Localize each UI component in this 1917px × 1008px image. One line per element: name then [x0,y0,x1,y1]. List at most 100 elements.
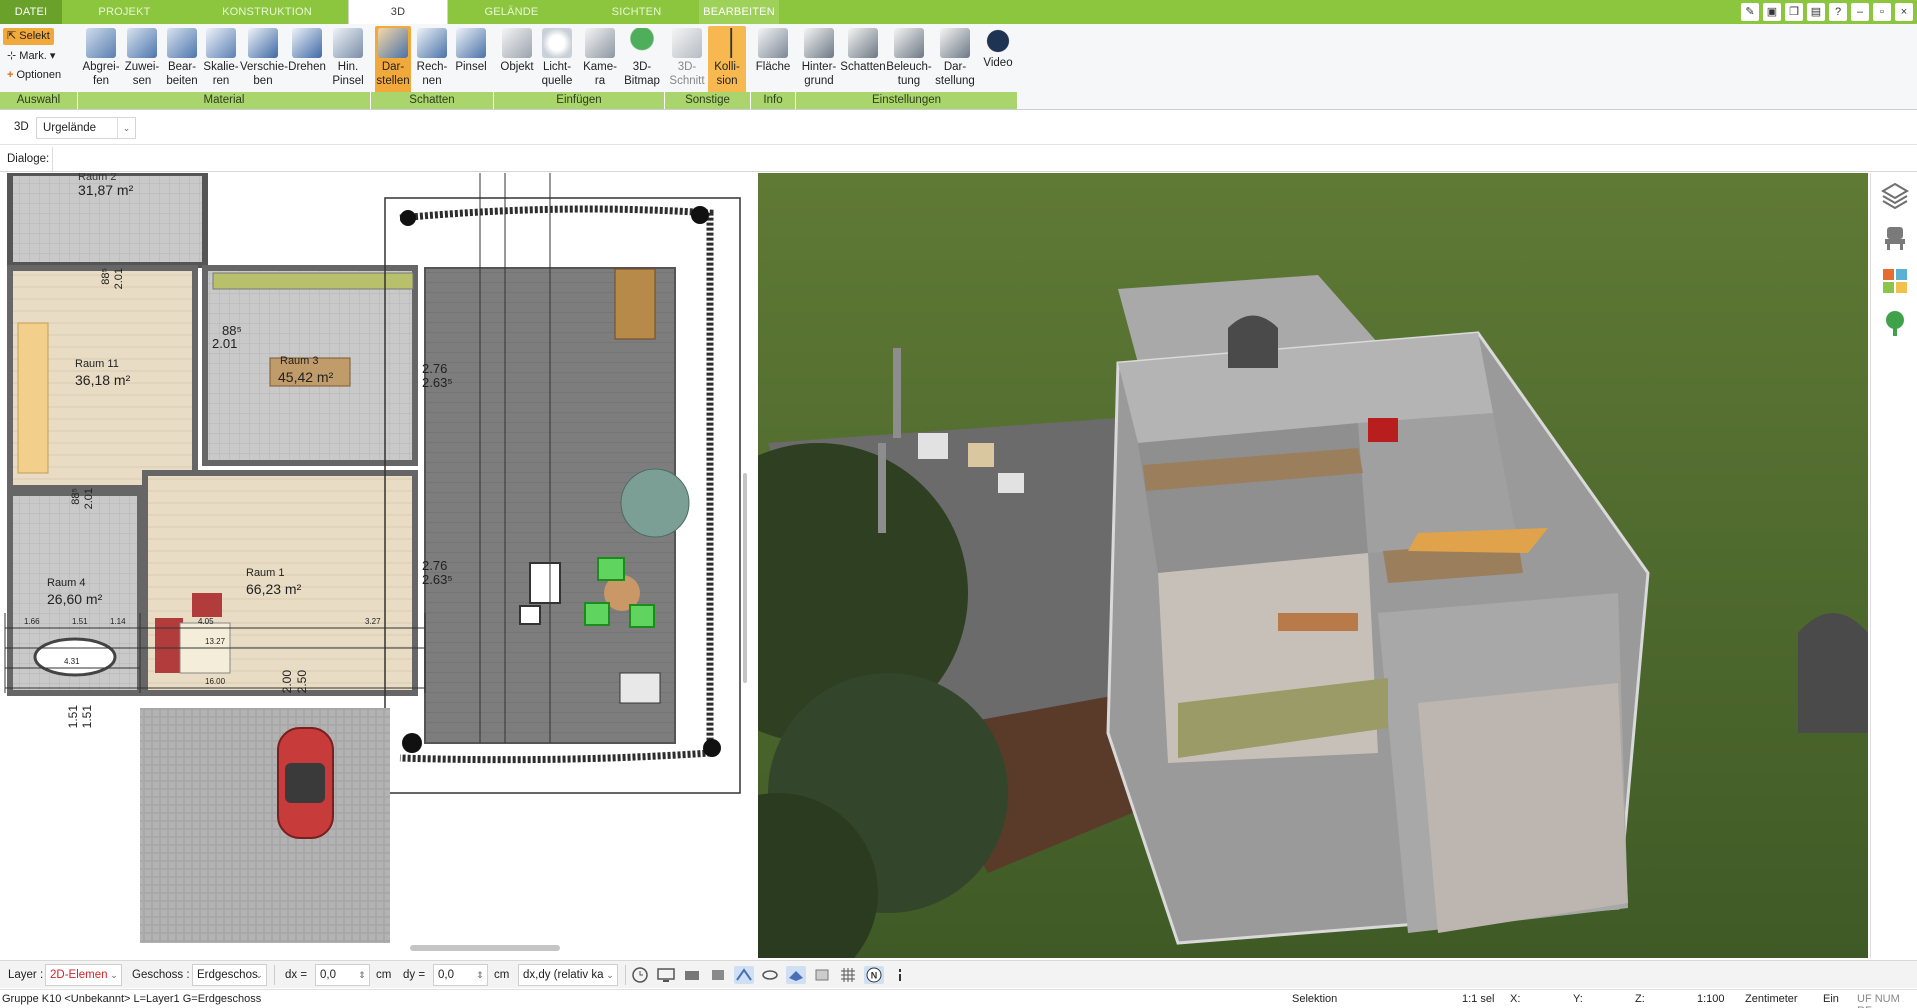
select-button[interactable]: ⇱ Selekt [3,28,54,45]
link-icon[interactable] [760,966,780,984]
dx-input[interactable]: 0,0 ⇕ [315,964,370,986]
shadow-settings-button[interactable]: Schatten [840,26,886,94]
room-1-name: Raum 1 [246,567,285,579]
camera-button[interactable]: Kame- ra [580,26,620,94]
viewport-3d[interactable] [758,173,1868,958]
options-button[interactable]: + Optionen [3,67,65,84]
status-on: Ein [1823,993,1839,1005]
move-label: Verschie- ben [240,61,288,87]
pick-material-button[interactable]: Abgrei- fen [80,26,122,94]
video-button[interactable]: Video [978,26,1018,94]
object-button[interactable]: Objekt [498,26,536,94]
house-3d-render [758,173,1868,958]
room-3-name: Raum 3 [280,355,319,367]
section-icon [672,28,702,58]
lighting-button[interactable]: Beleuch- tung [886,26,932,94]
restore-icon[interactable]: ▫ [1873,3,1891,21]
light-source-button[interactable]: Licht- quelle [536,26,578,94]
plan-horizontal-scrollbar[interactable] [410,945,560,951]
bottom-toolbar: Layer : 2D-Elemen ⌄ Geschoss : Erdgeschos… [0,960,1917,988]
tab-konstruktion[interactable]: KONSTRUKTION [187,0,347,24]
group-material: Material [78,92,371,109]
tab-projekt[interactable]: PROJEKT [62,0,187,24]
edit-material-button[interactable]: Bear- beiten [162,26,202,94]
display-settings-button[interactable]: Dar- stellung [932,26,978,94]
status-bar: Gruppe K10 <Unbekannt> L=Layer1 G=Erdges… [0,989,1917,1008]
mark-button[interactable]: ⊹ Mark. ▾ [3,48,59,65]
dim-label: 88⁵ [70,488,82,505]
dim-label: 2.63⁵ [422,375,453,390]
paint-cube-icon [456,28,486,58]
bitmap-3d-button[interactable]: 3D- Bitmap [622,26,662,94]
dim-label: 2.01 [113,268,125,290]
separator [274,965,275,985]
shadow-display-button[interactable]: Dar- stellen [375,26,411,94]
layer-label: Layer : [8,969,44,981]
collision-button[interactable]: Kolli- sion [708,26,746,94]
dim-label: 1.14 [110,617,126,626]
shadow-compute-label: Rech- nen [416,61,448,87]
hint-brush-button[interactable]: Hin. Pinsel [328,26,368,94]
tab-3d[interactable]: 3D [348,0,448,24]
ribbon: ⇱ Selekt ⊹ Mark. ▾ + Optionen Abgrei- fe… [0,24,1917,110]
close-icon[interactable]: × [1895,3,1913,21]
dim-label: 4.31 [64,657,80,666]
shadow-compute-button[interactable]: Rech- nen [413,26,451,94]
section-3d-button[interactable]: 3D- Schnitt [668,26,706,94]
collision-icon [712,28,742,58]
clock-icon[interactable] [630,966,650,984]
status-z: Z: [1635,993,1645,1005]
layers-icon[interactable] [1881,181,1909,210]
group-schatten: Schatten [371,92,494,109]
pen-icon[interactable]: ✎ [1741,3,1759,21]
dy-label: dy = [403,969,426,981]
object-label: Objekt [500,61,534,73]
plants-icon[interactable] [1881,309,1909,337]
tab-sichten[interactable]: SICHTEN [574,0,699,24]
fill-icon[interactable] [812,966,832,984]
dy-input[interactable]: 0,0 ⇕ [433,964,488,986]
materials-icon[interactable] [1881,267,1909,295]
assign-material-button[interactable]: Zuwei- sen [122,26,162,94]
room-1-area: 66,23 m² [246,581,302,597]
camera-icon[interactable] [682,966,702,984]
background-button[interactable]: Hinter- grund [798,26,840,94]
north-icon[interactable]: N [864,966,884,984]
help-icon[interactable]: ? [1829,3,1847,21]
plan-vertical-scrollbar[interactable] [741,173,749,943]
chevron-down-icon: ⌄ [255,970,263,980]
shadow-brush-button[interactable]: Pinsel [452,26,490,94]
folder-icon[interactable]: ▣ [1763,3,1781,21]
window-icon[interactable]: ❐ [1785,3,1803,21]
display-settings-label: Dar- stellung [935,61,975,87]
rotate-button[interactable]: Drehen [286,26,328,94]
tab-bearbeiten[interactable]: BEARBEITEN [699,0,779,24]
layer-stack-icon[interactable] [708,966,728,984]
scroll-thumb[interactable] [743,473,747,683]
tree-icon [627,28,657,58]
furniture-icon[interactable] [1881,223,1909,251]
chevron-down-icon: ⌄ [606,970,614,980]
info-icon[interactable] [890,966,910,984]
terrain-select[interactable]: Urgelände ⌄ [36,117,136,139]
layout-icon[interactable]: ▤ [1807,3,1825,21]
tab-datei[interactable]: DATEI [0,0,62,24]
grid-icon[interactable] [838,966,858,984]
stepper-icon[interactable]: ⇕ [355,965,369,985]
move-button[interactable]: Verschie- ben [240,26,288,94]
tab-gelaende[interactable]: GELÄNDE [449,0,574,24]
floor-select[interactable]: Erdgeschos ⌄ [192,964,267,986]
monitor-icon[interactable] [656,966,676,984]
group-auswahl: Auswahl [0,92,78,109]
scale-button[interactable]: Skalie- ren [202,26,240,94]
coord-mode-select[interactable]: dx,dy (relativ ka ⌄ [518,964,618,986]
snap-icon[interactable] [734,966,754,984]
stepper-icon[interactable]: ⇕ [473,965,487,985]
area-info-button[interactable]: Fläche [754,26,792,94]
floor-plan-2d-view[interactable]: Raum 2 31,87 m² Raum 11 36,18 m² Raum 3 … [0,173,756,943]
plane-icon[interactable] [786,966,806,984]
minimize-icon[interactable]: – [1851,3,1869,21]
lighting-label: Beleuch- tung [886,61,932,87]
layer-select[interactable]: 2D-Elemen ⌄ [45,964,122,986]
svg-text:N: N [871,971,878,981]
